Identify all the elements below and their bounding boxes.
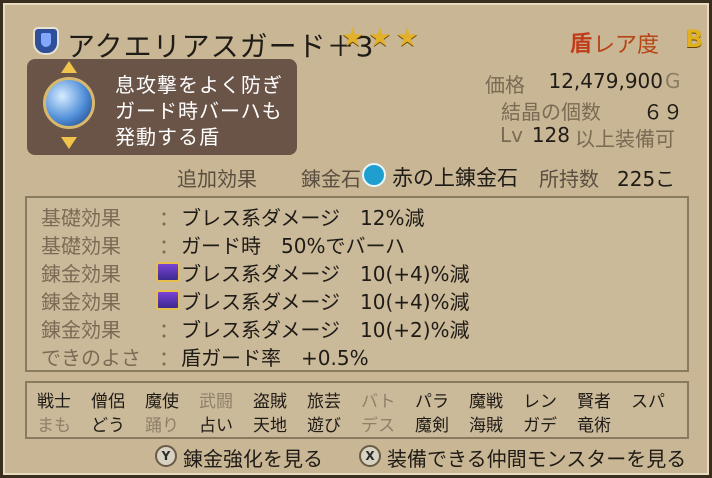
job-ranger: レン bbox=[523, 392, 557, 412]
shield-icon bbox=[33, 27, 59, 55]
crown-icon bbox=[156, 262, 180, 282]
effect-label: できのよさ bbox=[41, 346, 141, 370]
crystals-label: 結晶の個数 bbox=[501, 100, 601, 124]
effect-label: 基礎効果 bbox=[41, 206, 121, 230]
view-alchemy-button[interactable]: 錬金強化を見る bbox=[183, 443, 323, 472]
effect-label: 錬金効果 bbox=[41, 262, 121, 286]
rarity-value: B bbox=[685, 25, 704, 53]
item-description-box: 息攻撃をよく防ぎ ガード時バーハも 発動する盾 bbox=[27, 59, 297, 155]
effect-label: 錬金効果 bbox=[41, 318, 121, 342]
description-line-3: 発動する盾 bbox=[115, 125, 220, 149]
effect-label: 基礎効果 bbox=[41, 234, 121, 258]
y-button-icon[interactable]: Y bbox=[155, 445, 177, 467]
view-monster-button[interactable]: 装備できる仲間モンスターを見る bbox=[387, 443, 686, 472]
effect-colon: ： bbox=[159, 206, 179, 230]
effect-text: ブレス系ダメージ 10(+4)%減 bbox=[181, 290, 470, 314]
job-sage: 賢者 bbox=[577, 392, 611, 412]
effect-text: ブレス系ダメージ 10(+4)%減 bbox=[181, 262, 470, 286]
effect-row: できのよさ ： 盾ガード率 +0.5% bbox=[41, 342, 681, 370]
job-fortune-teller: 占い bbox=[199, 416, 233, 436]
crown-icon bbox=[156, 290, 180, 310]
job-death-master: デス bbox=[361, 416, 395, 436]
level-prefix: Lv bbox=[500, 123, 523, 147]
arrow-down-icon[interactable] bbox=[61, 137, 77, 149]
job-priest: 僧侶 bbox=[91, 392, 125, 412]
job-warrior: 戦士 bbox=[37, 392, 71, 412]
effect-text: 盾ガード率 +0.5% bbox=[181, 346, 369, 370]
crystals-value: ６９ bbox=[643, 100, 683, 124]
price-label: 価格 bbox=[485, 73, 525, 97]
job-paladin: パラ bbox=[415, 392, 449, 412]
effect-text: ブレス系ダメージ 10(+2)%減 bbox=[181, 318, 470, 342]
equippable-jobs-panel: 戦士 僧侶 魔使 武闘 盗賊 旅芸 バト パラ 魔戦 レン 賢者 スパ まも ど… bbox=[25, 381, 689, 439]
x-button-icon[interactable]: X bbox=[359, 445, 381, 467]
alchemy-stone-name: 赤の上錬金石 bbox=[392, 166, 518, 190]
owned-label: 所持数 bbox=[539, 167, 599, 191]
effect-colon: ： bbox=[159, 318, 179, 342]
alchemy-stone-label: 錬金石 bbox=[301, 167, 361, 191]
job-battle-master: バト bbox=[361, 392, 396, 412]
effect-row: 錬金効果 ブレス系ダメージ 10(+4)%減 bbox=[41, 286, 681, 314]
effect-row: 錬金効果 ： ブレス系ダメージ 10(+2)%減 bbox=[41, 314, 681, 342]
job-entertainer: 旅芸 bbox=[307, 392, 341, 412]
job-tenchi: 天地 bbox=[253, 416, 287, 436]
job-mage: 魔使 bbox=[145, 392, 179, 412]
action-bar: Y 錬金強化を見る X 装備できる仲間モンスターを見る bbox=[3, 439, 712, 475]
job-superstar: スパ bbox=[631, 392, 665, 412]
item-detail-window: アクエリアスガード＋3 ★★★ 盾 レア度 B 息攻撃をよく防ぎ ガード時バーハ… bbox=[0, 0, 712, 478]
rarity-stars: ★★★ bbox=[341, 23, 423, 53]
effect-row: 基礎効果 ： ブレス系ダメージ 12%減 bbox=[41, 202, 681, 230]
shield-category-icon: 盾 bbox=[570, 32, 593, 57]
description-line-1: 息攻撃をよく防ぎ bbox=[115, 73, 283, 97]
effect-text: ブレス系ダメージ 12%減 bbox=[181, 206, 425, 230]
job-magic-swordsman: 魔剣 bbox=[415, 416, 449, 436]
job-dougu: どう bbox=[91, 416, 125, 436]
price-value: 12,479,900 bbox=[548, 69, 663, 93]
alchemy-stone-icon bbox=[362, 163, 386, 187]
effect-label: 錬金効果 bbox=[41, 290, 121, 314]
job-martial-artist: 武闘 bbox=[199, 392, 233, 412]
effect-text: ガード時 50%でバーハ bbox=[181, 234, 406, 258]
effect-row: 錬金効果 ブレス系ダメージ 10(+4)%減 bbox=[41, 258, 681, 286]
job-magic-warrior: 魔戦 bbox=[469, 392, 503, 412]
alchemy-row: 追加効果 錬金石 赤の上錬金石 所持数 225こ bbox=[27, 160, 699, 191]
job-gadabout: 遊び bbox=[307, 416, 341, 436]
price-unit: G bbox=[665, 69, 681, 93]
item-orb-icon bbox=[43, 77, 95, 129]
owned-value: 225こ bbox=[617, 167, 676, 191]
header-bar: アクエリアスガード＋3 ★★★ 盾 レア度 B bbox=[23, 19, 703, 63]
arrow-up-icon[interactable] bbox=[61, 61, 77, 73]
level-suffix: 以上装備可 bbox=[575, 127, 675, 151]
effect-colon: ： bbox=[159, 234, 179, 258]
job-pirate: 海賊 bbox=[469, 416, 503, 436]
effect-row: 基礎効果 ： ガード時 50%でバーハ bbox=[41, 230, 681, 258]
description-line-2: ガード時バーハも bbox=[115, 99, 283, 123]
job-guardian: ガデ bbox=[523, 416, 557, 436]
effect-colon: ： bbox=[159, 346, 179, 370]
job-item-master: まも bbox=[37, 416, 71, 436]
job-dragon-art: 竜術 bbox=[577, 416, 611, 436]
effects-panel: 基礎効果 ： ブレス系ダメージ 12%減 基礎効果 ： ガード時 50%でバーハ… bbox=[25, 196, 689, 372]
level-value: 128 bbox=[531, 123, 570, 147]
rarity-label: レア度 bbox=[593, 33, 660, 58]
extra-effects-label: 追加効果 bbox=[177, 167, 257, 191]
job-dancer: 踊り bbox=[145, 416, 179, 436]
job-thief: 盗賊 bbox=[253, 392, 287, 412]
